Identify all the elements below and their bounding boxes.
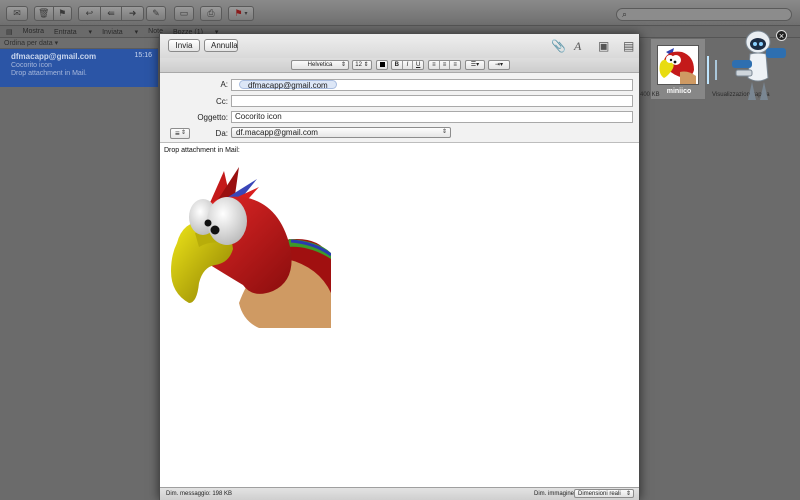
compose-window: Invia Annulla 📎 A ▣ ▤ Helvetica ⇕ 12 ⇕ B… xyxy=(159,34,640,500)
message-body[interactable]: Drop attachment in Mail: xyxy=(160,143,639,487)
cc-label: Cc: xyxy=(216,97,228,106)
chevron-down-icon: ▾ xyxy=(244,11,248,17)
close-button[interactable]: × xyxy=(776,30,787,41)
from-account-value: df.macapp@gmail.com xyxy=(236,128,318,137)
main-toolbar: ✉ 🗑 ⚑ ↩ ⇚ ➜ ✎ ▭ ⎙ ⚑ ▾ ⌕ xyxy=(0,0,800,26)
reply-icon[interactable]: ↩ xyxy=(79,7,101,20)
alignment-group: ≡ ≡ ≡ xyxy=(428,60,461,70)
message-time: 15:16 xyxy=(134,52,152,59)
fonts-icon[interactable]: A xyxy=(574,39,581,53)
align-right-icon[interactable]: ≡ xyxy=(450,61,460,69)
align-center-icon[interactable]: ≡ xyxy=(440,61,451,69)
recipient-token[interactable]: dfmacapp@gmail.com xyxy=(239,80,337,90)
to-label: A: xyxy=(220,80,228,89)
image-size-value: Dimensioni reali xyxy=(578,491,621,497)
font-family-select[interactable]: Helvetica ⇕ xyxy=(291,60,349,70)
trash-icon[interactable]: 🗑 xyxy=(35,7,54,20)
print-button[interactable]: ⎙ xyxy=(200,6,222,21)
note-icon: ▭ xyxy=(179,8,189,18)
indent-button[interactable]: ⇥▾ xyxy=(488,60,510,70)
list-button[interactable]: ☰▾ xyxy=(465,60,485,70)
stretch-arrows-icon xyxy=(707,56,717,84)
forward-icon[interactable]: ➜ xyxy=(122,7,143,20)
message-sender: dfmacapp@gmail.com xyxy=(11,52,97,61)
paperclip-icon[interactable]: 📎 xyxy=(551,39,566,53)
header-fields: A: dfmacapp@gmail.com Cc: Oggetto: Cocor… xyxy=(160,73,639,143)
compose-toolbar: Invia Annulla 📎 A ▣ ▤ xyxy=(160,34,639,58)
indent-icon: ⇥▾ xyxy=(494,62,504,68)
italic-button[interactable]: I xyxy=(403,61,414,69)
font-family-value: Helvetica xyxy=(307,62,333,68)
mini-thumbnail xyxy=(657,45,699,85)
photo-browser-icon[interactable]: ▣ xyxy=(598,39,609,53)
send-button[interactable]: Invia xyxy=(168,39,200,52)
color-swatch-icon xyxy=(379,62,385,67)
message-list-item[interactable]: dfmacapp@gmail.com 15:16 Cocorito icon D… xyxy=(0,49,158,87)
body-text: Drop attachment in Mail: xyxy=(164,147,240,154)
font-size-select[interactable]: 12 ⇕ xyxy=(352,60,372,70)
text-style-group: B I U xyxy=(391,60,424,70)
flag-button[interactable]: ⚑ ▾ xyxy=(228,6,254,21)
mini-icon-panel[interactable]: miniico xyxy=(650,38,706,100)
thumbs-down-icon[interactable]: ⚑ xyxy=(54,7,72,20)
from-account-select[interactable]: df.macapp@gmail.com ⇕ xyxy=(231,127,451,138)
status-bar: Dim. messaggio: 198 KB Dim. immagine: Di… xyxy=(160,487,639,500)
subject-label: Oggetto: xyxy=(197,113,228,122)
subject-field[interactable]: Cocorito icon xyxy=(231,111,633,123)
parrot-image xyxy=(171,167,331,328)
printer-icon: ⎙ xyxy=(207,8,215,18)
new-message-button[interactable]: ✎ xyxy=(146,6,166,21)
cancel-button[interactable]: Annulla xyxy=(204,39,238,52)
delete-junk-group: 🗑 ⚑ xyxy=(34,6,72,21)
compose-icon: ✎ xyxy=(152,8,160,18)
sidebar-toggle-icon[interactable]: ▤ xyxy=(6,28,13,36)
flag-icon: ⚑ xyxy=(234,8,243,18)
search-input[interactable]: ⌕ xyxy=(616,8,792,21)
get-mail-button[interactable]: ✉ xyxy=(6,6,28,21)
favorite-inbox[interactable]: Entrata ▾ xyxy=(54,28,92,36)
reply-group: ↩ ⇚ ➜ xyxy=(78,6,144,21)
image-size-select[interactable]: Dimensioni reali ⇕ xyxy=(574,489,634,498)
font-size-value: 12 xyxy=(355,62,362,68)
image-size-label: Dim. immagine: xyxy=(534,491,576,497)
bold-button[interactable]: B xyxy=(392,61,403,69)
left-caption: 400 KB xyxy=(640,92,660,98)
favorite-show[interactable]: Mostra xyxy=(23,28,44,35)
message-subject: Cocorito icon xyxy=(11,62,52,69)
to-field[interactable]: dfmacapp@gmail.com xyxy=(231,79,633,91)
underline-button[interactable]: U xyxy=(413,61,423,69)
notes-button[interactable]: ▭ xyxy=(174,6,194,21)
chevron-updown-icon: ⇕ xyxy=(340,62,346,68)
format-bar: Helvetica ⇕ 12 ⇕ B I U ≡ ≡ ≡ ☰▾ ⇥▾ xyxy=(160,58,639,73)
message-size-label: Dim. messaggio: 198 KB xyxy=(166,491,233,497)
text-color-button[interactable] xyxy=(376,60,388,70)
chevron-updown-icon: ⇕ xyxy=(441,129,447,135)
message-preview: Drop attachment in Mail. xyxy=(11,70,87,77)
favorite-sent[interactable]: Inviata ▾ xyxy=(102,28,138,36)
reply-all-icon[interactable]: ⇚ xyxy=(101,7,123,20)
chevron-updown-icon: ⇕ xyxy=(625,491,631,497)
sort-bar[interactable]: Ordina per data ▾ xyxy=(0,38,158,49)
list-icon: ☰▾ xyxy=(470,62,480,68)
align-left-icon[interactable]: ≡ xyxy=(429,61,440,69)
from-label: Da: xyxy=(215,129,228,138)
sort-label: Ordina per data xyxy=(4,40,53,47)
envelope-icon: ✉ xyxy=(13,8,21,18)
parrot-thumbnail-icon xyxy=(659,48,696,84)
cc-field[interactable] xyxy=(231,95,633,107)
stationery-icon[interactable]: ▤ xyxy=(623,39,634,53)
close-icon: × xyxy=(778,31,785,41)
search-icon: ⌕ xyxy=(622,9,628,19)
